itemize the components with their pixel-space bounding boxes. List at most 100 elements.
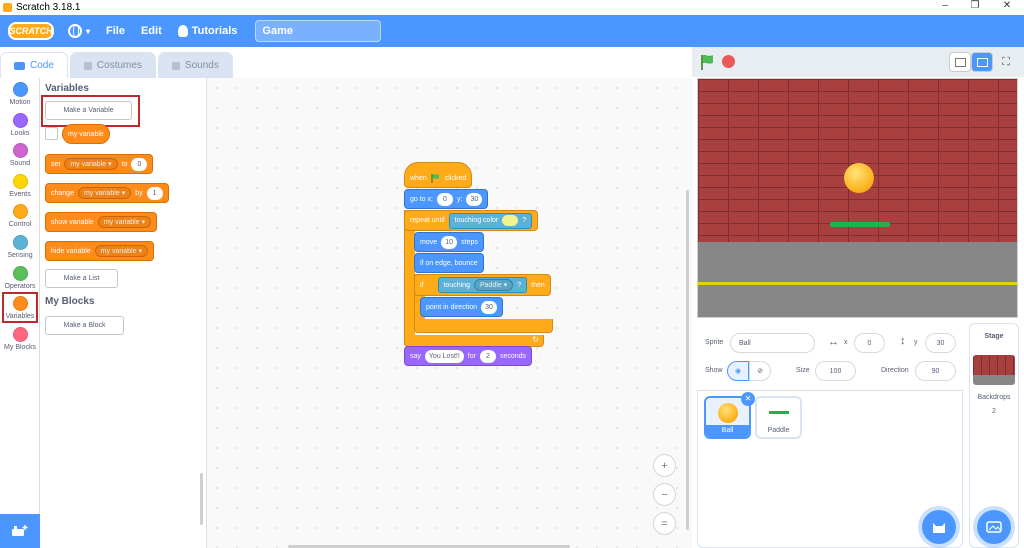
direction-input[interactable]: 90 xyxy=(915,361,956,381)
close-button[interactable]: ✕ xyxy=(992,0,1022,11)
x-input[interactable]: 0 xyxy=(436,192,453,206)
variable-dropdown[interactable]: my variable ▾ xyxy=(97,216,152,228)
green-flag-button[interactable] xyxy=(700,54,716,70)
file-menu[interactable]: File xyxy=(98,15,133,47)
motion-dot xyxy=(12,82,28,97)
touching-block[interactable]: touching Paddle ▾ ? xyxy=(437,277,528,293)
if-then-block[interactable]: if touching Paddle ▾ ? then xyxy=(414,274,551,296)
set-variable-block[interactable]: set my variable ▾ to 0 xyxy=(45,154,154,174)
category-label: Events xyxy=(9,191,31,198)
tab-code[interactable]: Code xyxy=(0,52,68,78)
sprite-name-input[interactable]: Ball xyxy=(730,333,815,353)
fullscreen-button[interactable]: ⛶ xyxy=(995,52,1017,72)
zoom-in-button[interactable]: + xyxy=(653,454,676,477)
brick-wall-backdrop xyxy=(698,79,1017,242)
block-text: seconds xyxy=(499,352,527,360)
y-input[interactable]: 30 xyxy=(466,192,483,206)
restore-button[interactable]: ❐ xyxy=(960,0,990,11)
x-position-input[interactable]: 0 xyxy=(854,333,885,353)
category-label: Motion xyxy=(9,99,31,106)
add-extension-button[interactable] xyxy=(0,514,40,548)
make-list-button[interactable]: Make a List xyxy=(45,269,118,288)
when-flag-clicked-block[interactable]: when clicked xyxy=(404,162,473,188)
steps-input[interactable]: 10 xyxy=(441,235,458,249)
large-stage-button[interactable] xyxy=(971,52,993,72)
category-label: Looks xyxy=(10,130,30,137)
choose-backdrop-button[interactable] xyxy=(977,510,1011,544)
category-my-blocks[interactable]: My Blocks xyxy=(0,327,40,351)
y-arrow-icon: ↕ xyxy=(900,335,906,347)
value-input[interactable]: 0 xyxy=(131,157,148,171)
operators-dot xyxy=(12,266,28,281)
tab-costumes[interactable]: Costumes xyxy=(69,52,156,78)
events-dot xyxy=(12,174,28,189)
say-for-secs-block[interactable]: say You Lost!! for 2 seconds xyxy=(404,346,533,366)
color-swatch[interactable] xyxy=(502,215,519,226)
move-steps-block[interactable]: move 10 steps xyxy=(414,232,484,252)
sprite-tile-ball[interactable]: ✕ Ball xyxy=(704,392,755,439)
tutorials-menu[interactable]: Tutorials xyxy=(170,15,246,47)
stage-thumbnail xyxy=(973,355,1015,385)
point-in-direction-block[interactable]: point in direction 30 xyxy=(420,297,503,317)
direction-input[interactable]: 30 xyxy=(480,300,497,314)
language-menu[interactable]: ▾ xyxy=(60,15,98,47)
tab-sounds[interactable]: Sounds xyxy=(157,52,233,78)
zoom-reset-button[interactable]: = xyxy=(653,512,676,535)
ball-sprite[interactable] xyxy=(844,163,874,193)
variable-dropdown[interactable]: my variable ▾ xyxy=(64,158,118,170)
category-operators[interactable]: Operators xyxy=(0,266,40,290)
sprite-dropdown[interactable]: Paddle ▾ xyxy=(473,279,514,291)
category-looks[interactable]: Looks xyxy=(0,113,40,137)
if-on-edge-bounce-block[interactable]: if on edge, bounce xyxy=(414,253,484,273)
scratch-logo[interactable]: SCRATCH xyxy=(8,22,54,40)
block-text: if xyxy=(420,281,424,289)
choose-sprite-button[interactable] xyxy=(922,510,956,544)
go-to-xy-block[interactable]: go to x: 0 y: 30 xyxy=(404,189,489,209)
variable-dropdown[interactable]: my variable ▾ xyxy=(77,187,132,199)
change-variable-block[interactable]: change my variable ▾ by 1 xyxy=(45,183,169,203)
sprite-tile-paddle[interactable]: Paddle xyxy=(755,396,802,439)
hide-visible-button[interactable]: ⊘ xyxy=(749,361,771,381)
make-block-button[interactable]: Make a Block xyxy=(45,316,124,335)
category-motion[interactable]: Motion xyxy=(0,82,40,106)
category-sound[interactable]: Sound xyxy=(0,143,40,167)
zoom-out-button[interactable]: − xyxy=(653,483,676,506)
block-text: repeat until xyxy=(410,217,445,224)
small-stage-button[interactable] xyxy=(949,52,971,72)
category-sensing[interactable]: Sensing xyxy=(0,235,40,259)
y-position-input[interactable]: 30 xyxy=(925,333,956,353)
project-title-input[interactable]: Game xyxy=(255,20,382,42)
my-variable-checkbox[interactable] xyxy=(45,127,58,140)
category-label: Sensing xyxy=(7,252,33,259)
x-label: x xyxy=(844,339,848,346)
road-backdrop xyxy=(698,242,1017,317)
edit-menu-label: Edit xyxy=(140,25,162,37)
window-titlebar: Scratch 3.18.1 – ❐ ✕ xyxy=(0,0,1024,15)
show-variable-block[interactable]: show variable my variable ▾ xyxy=(45,212,158,232)
touching-color-block[interactable]: touching color ? xyxy=(448,212,533,229)
category-events[interactable]: Events xyxy=(0,174,40,198)
block-text: clicked xyxy=(444,174,467,182)
stop-button[interactable] xyxy=(722,55,735,68)
menu-bar: SCRATCH ▾ File Edit Tutorials Game xyxy=(0,15,1024,47)
seconds-input[interactable]: 2 xyxy=(479,349,496,363)
category-control[interactable]: Control xyxy=(0,204,40,228)
palette-scrollbar[interactable] xyxy=(200,473,203,525)
show-visible-button[interactable]: ◉ xyxy=(727,361,749,381)
edit-menu[interactable]: Edit xyxy=(133,15,170,47)
workspace-vertical-scrollbar[interactable] xyxy=(686,190,689,530)
repeat-until-block[interactable]: repeat until touching color ? xyxy=(404,210,539,231)
minimize-button[interactable]: – xyxy=(930,0,960,11)
value-input[interactable]: 1 xyxy=(146,186,163,200)
code-workspace[interactable]: when clicked go to x: 0 y: 30 repeat unt… xyxy=(207,78,692,548)
stage-canvas[interactable] xyxy=(697,78,1018,318)
sensing-dot xyxy=(12,235,28,250)
trash-icon[interactable]: ✕ xyxy=(741,392,755,406)
variable-dropdown[interactable]: my variable ▾ xyxy=(94,245,148,257)
paddle-sprite[interactable] xyxy=(830,222,890,227)
file-menu-label: File xyxy=(106,25,125,37)
message-input[interactable]: You Lost!! xyxy=(424,349,464,363)
size-input[interactable]: 100 xyxy=(815,361,856,381)
hide-variable-block[interactable]: hide variable my variable ▾ xyxy=(45,241,154,261)
my-variable-reporter[interactable]: my variable xyxy=(62,124,110,144)
